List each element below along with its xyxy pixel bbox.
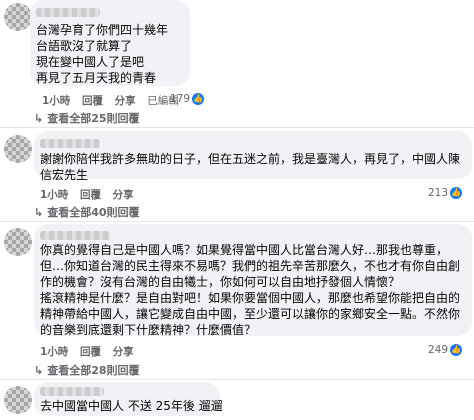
comment-bubble: 謝謝你陪伴我許多無助的日子，但在五迷之前，我是臺灣人，再見了，中國人陳信宏先生	[34, 131, 472, 182]
view-replies-label: 查看全部25則回覆	[47, 112, 140, 125]
comment-actions: 1小時 回覆 分享 已編輯	[42, 93, 187, 108]
reaction-summary[interactable]: 249 👍	[428, 344, 463, 356]
author-name[interactable]	[40, 139, 100, 148]
divider	[0, 127, 474, 128]
comment-text-paragraph-2: 搖滾精神是什麼？是自由對吧！如果你要當個中國人，那麼也希望你能把自由的精神帶給中…	[40, 291, 461, 337]
view-replies-label: 查看全部28則回覆	[47, 364, 140, 377]
comment-feed: 台灣孕育了你們四十幾年 台語歌沒了就算了 現在變中國人了是吧 再見了五月天我的青…	[0, 0, 474, 420]
reaction-summary[interactable]: 179 👍	[170, 93, 205, 105]
thumbs-up-icon: 👍	[450, 187, 463, 199]
comment-text-paragraph-1: 你真的覺得自己是中國人嗎？如果覺得當中國人比當台灣人好…那我也尊重，但…你知道台…	[40, 243, 461, 289]
view-replies-link[interactable]: ↳ 查看全部28則回覆	[34, 362, 140, 378]
reaction-summary[interactable]: 213 👍	[428, 187, 463, 199]
comment-text: 謝謝你陪伴我許多無助的日子，但在五迷之前，我是臺灣人，再見了，中國人陳信宏先生	[40, 152, 461, 182]
divider	[0, 221, 474, 222]
reaction-count: 213	[428, 187, 449, 199]
view-replies-link[interactable]: ↳ 查看全部40則回覆	[34, 204, 140, 220]
share-button[interactable]: 分享	[113, 187, 134, 202]
avatar[interactable]	[4, 3, 32, 31]
avatar[interactable]	[4, 135, 32, 163]
view-replies-link[interactable]: ↳ 查看全部25則回覆	[34, 110, 140, 126]
reply-arrow-icon: ↳	[34, 111, 44, 125]
author-name[interactable]	[40, 387, 104, 396]
avatar[interactable]	[4, 228, 32, 256]
timestamp[interactable]: 1小時	[42, 93, 70, 108]
comment-text: 台灣孕育了你們四十幾年 台語歌沒了就算了 現在變中國人了是吧 再見了五月天我的青…	[36, 23, 169, 85]
reaction-count: 179	[170, 93, 191, 105]
avatar[interactable]	[4, 386, 32, 414]
thumbs-up-icon: 👍	[192, 93, 205, 105]
author-name[interactable]	[40, 231, 110, 240]
comment-bubble: 你真的覺得自己是中國人嗎？如果覺得當中國人比當台灣人好…那我也尊重，但…你知道台…	[34, 224, 472, 337]
reply-button[interactable]: 回覆	[82, 93, 103, 108]
reply-button[interactable]: 回覆	[80, 344, 101, 359]
comment-actions: 1小時 回覆 分享	[40, 187, 142, 202]
reply-arrow-icon: ↳	[34, 205, 44, 219]
comment-bubble: 去中國當中國人 不送 25年後 遛遛	[34, 382, 223, 416]
author-name[interactable]	[36, 8, 100, 17]
comment-actions: 1小時 回覆 分享	[40, 344, 142, 359]
share-button[interactable]: 分享	[115, 93, 136, 108]
comment-text: 去中國當中國人 不送 25年後 遛遛	[40, 399, 223, 413]
reaction-count: 249	[428, 344, 449, 356]
thumbs-up-icon: 👍	[450, 344, 463, 356]
reply-button[interactable]: 回覆	[80, 187, 101, 202]
timestamp[interactable]: 1小時	[40, 344, 68, 359]
comment-bubble: 台灣孕育了你們四十幾年 台語歌沒了就算了 現在變中國人了是吧 再見了五月天我的青…	[30, 0, 190, 86]
divider	[0, 379, 474, 380]
timestamp[interactable]: 1小時	[40, 187, 68, 202]
reply-arrow-icon: ↳	[34, 363, 44, 377]
view-replies-label: 查看全部40則回覆	[47, 206, 140, 219]
share-button[interactable]: 分享	[113, 344, 134, 359]
